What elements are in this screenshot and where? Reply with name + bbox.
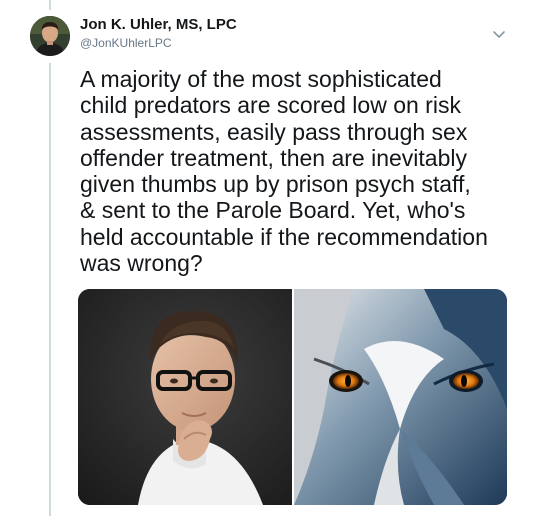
tweet-text: A majority of the most sophisticated chi…: [80, 66, 488, 277]
chevron-down-icon[interactable]: [491, 26, 507, 42]
tweet: Jon K. Uhler, MS, LPC @JonKUhlerLPC A ma…: [0, 0, 538, 516]
avatar-image: [30, 16, 70, 56]
man-portrait-image: [78, 289, 292, 505]
wolf-image: [294, 289, 507, 505]
avatar[interactable]: [30, 16, 70, 56]
thread-line-top: [49, 0, 51, 10]
thread-line: [49, 63, 51, 516]
author-handle[interactable]: @JonKUhlerLPC: [80, 37, 237, 49]
media-photo-man[interactable]: [78, 289, 292, 505]
author-display-name[interactable]: Jon K. Uhler, MS, LPC: [80, 17, 237, 32]
media-photo-wolf[interactable]: [294, 289, 507, 505]
tweet-media[interactable]: [78, 289, 507, 505]
tweet-header: Jon K. Uhler, MS, LPC @JonKUhlerLPC: [80, 17, 237, 49]
